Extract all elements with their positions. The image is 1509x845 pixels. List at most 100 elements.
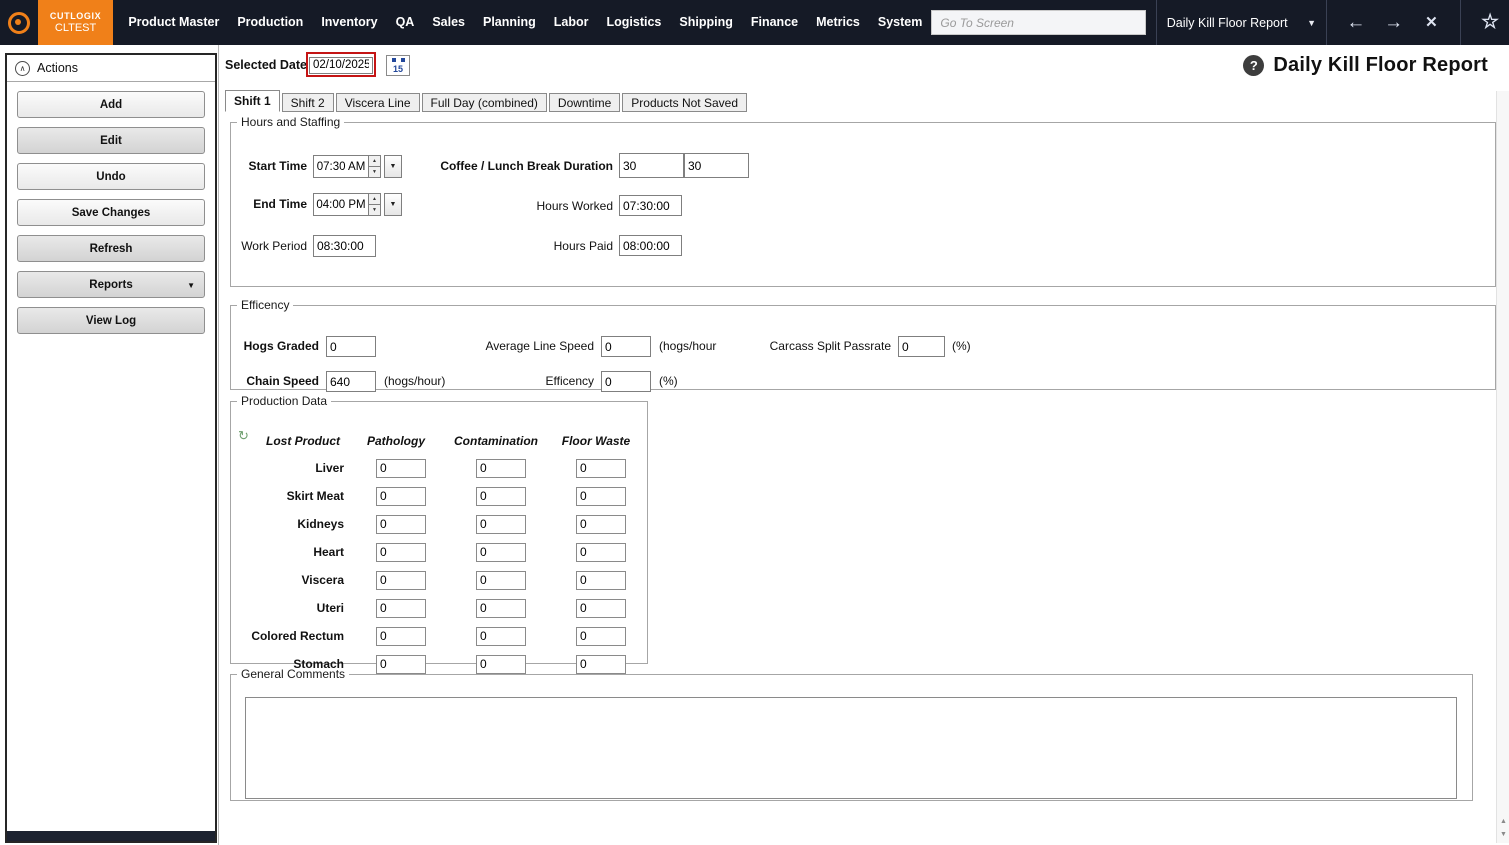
menu-item-production[interactable]: Production bbox=[228, 0, 312, 45]
pathology-input[interactable] bbox=[376, 627, 426, 646]
tab-products-not-saved[interactable]: Products Not Saved bbox=[622, 93, 747, 112]
refresh-button[interactable]: Refresh bbox=[17, 235, 205, 262]
table-row: Skirt Meat bbox=[231, 482, 646, 510]
chevron-down-icon: ▼ bbox=[1307, 18, 1316, 28]
contamination-input[interactable] bbox=[476, 487, 526, 506]
break-duration-input-2[interactable] bbox=[684, 153, 749, 178]
floor-waste-input[interactable] bbox=[576, 571, 626, 590]
tab-viscera-line[interactable]: Viscera Line bbox=[336, 93, 420, 112]
undo-button[interactable]: Undo bbox=[17, 163, 205, 190]
end-time-input[interactable] bbox=[313, 193, 369, 216]
contamination-input[interactable] bbox=[476, 571, 526, 590]
menu-item-metrics[interactable]: Metrics bbox=[807, 0, 869, 45]
menu-item-system[interactable]: System bbox=[869, 0, 931, 45]
tab-downtime[interactable]: Downtime bbox=[549, 93, 620, 112]
end-time-dropdown-button[interactable]: ▼ bbox=[384, 193, 402, 216]
hours-worked-label: Hours Worked bbox=[436, 199, 613, 213]
hours-worked-input[interactable] bbox=[619, 195, 682, 216]
floor-waste-input[interactable] bbox=[576, 487, 626, 506]
pathology-input[interactable] bbox=[376, 599, 426, 618]
pathology-input[interactable] bbox=[376, 487, 426, 506]
average-line-speed-unit: (hogs/hour bbox=[659, 339, 716, 353]
contamination-input[interactable] bbox=[476, 459, 526, 478]
pathology-input[interactable] bbox=[376, 543, 426, 562]
brand-block: CUTLOGIX CLTEST bbox=[38, 0, 114, 45]
selected-date-label: Selected Date bbox=[225, 58, 307, 72]
carcass-split-passrate-input[interactable] bbox=[898, 336, 945, 357]
tab-full-day-combined[interactable]: Full Day (combined) bbox=[422, 93, 547, 112]
tab-shift-2[interactable]: Shift 2 bbox=[282, 93, 334, 112]
scroll-down-icon[interactable]: ▼ bbox=[1498, 829, 1509, 841]
menu-item-qa[interactable]: QA bbox=[387, 0, 424, 45]
lost-product-label: Liver bbox=[231, 461, 346, 475]
calendar-day-label: 15 bbox=[387, 64, 409, 74]
break-duration-label: Coffee / Lunch Break Duration bbox=[436, 159, 613, 173]
chain-speed-input[interactable] bbox=[326, 371, 376, 392]
close-screen-button[interactable]: ✕ bbox=[1413, 0, 1451, 45]
collapse-panel-icon[interactable]: ∧ bbox=[15, 61, 30, 76]
hours-staffing-group: Hours and Staffing Start Time ▲ ▼ ▼ Coff… bbox=[230, 115, 1496, 287]
calendar-button[interactable]: 15 bbox=[386, 55, 410, 76]
table-row: Kidneys bbox=[231, 510, 646, 538]
production-data-legend: Production Data bbox=[237, 394, 331, 408]
hours-paid-input[interactable] bbox=[619, 235, 682, 256]
menu-item-inventory[interactable]: Inventory bbox=[312, 0, 386, 45]
menu-item-sales[interactable]: Sales bbox=[423, 0, 474, 45]
floor-waste-input[interactable] bbox=[576, 515, 626, 534]
app-logo bbox=[0, 0, 38, 45]
start-time-dropdown-button[interactable]: ▼ bbox=[384, 155, 402, 178]
contamination-input[interactable] bbox=[476, 599, 526, 618]
close-icon: ✕ bbox=[1425, 14, 1438, 31]
work-period-input[interactable] bbox=[313, 235, 376, 257]
back-button[interactable]: ← bbox=[1337, 0, 1375, 45]
goto-screen-input[interactable] bbox=[931, 10, 1145, 35]
menu-item-shipping[interactable]: Shipping bbox=[670, 0, 741, 45]
production-table: Lost Product Pathology Contamination Flo… bbox=[231, 428, 646, 678]
view-log-button[interactable]: View Log bbox=[17, 307, 205, 334]
start-time-spin-down-button[interactable]: ▼ bbox=[368, 166, 381, 178]
pathology-input[interactable] bbox=[376, 571, 426, 590]
add-button[interactable]: Add bbox=[17, 91, 205, 118]
floor-waste-input[interactable] bbox=[576, 599, 626, 618]
efficiency-input[interactable] bbox=[601, 371, 651, 392]
favorite-button[interactable]: ☆ bbox=[1471, 0, 1509, 45]
floor-waste-input[interactable] bbox=[576, 459, 626, 478]
edit-button[interactable]: Edit bbox=[17, 127, 205, 154]
floor-waste-input[interactable] bbox=[576, 627, 626, 646]
end-time-spin-down-button[interactable]: ▼ bbox=[368, 204, 381, 216]
production-header-row: Lost Product Pathology Contamination Flo… bbox=[231, 428, 646, 454]
menu-item-planning[interactable]: Planning bbox=[474, 0, 545, 45]
hogs-graded-label: Hogs Graded bbox=[231, 339, 319, 353]
break-duration-input-1[interactable] bbox=[619, 153, 684, 178]
hours-paid-label: Hours Paid bbox=[436, 239, 613, 253]
general-comments-textarea[interactable] bbox=[245, 697, 1457, 799]
hogs-graded-input[interactable] bbox=[326, 336, 376, 357]
reports-button[interactable]: Reports ▼ bbox=[17, 271, 205, 298]
pathology-input[interactable] bbox=[376, 515, 426, 534]
save-changes-button[interactable]: Save Changes bbox=[17, 199, 205, 226]
forward-button[interactable]: → bbox=[1375, 0, 1413, 45]
start-time-input[interactable] bbox=[313, 155, 369, 178]
tab-shift-1[interactable]: Shift 1 bbox=[225, 90, 280, 112]
chevron-down-icon: ▼ bbox=[187, 281, 195, 290]
question-mark-icon: ? bbox=[1250, 58, 1258, 73]
selected-date-input[interactable] bbox=[309, 57, 373, 74]
help-button[interactable]: ? bbox=[1243, 55, 1264, 76]
screen-selector-dropdown[interactable]: Daily Kill Floor Report ▼ bbox=[1167, 16, 1316, 30]
menu-item-product-master[interactable]: Product Master bbox=[119, 0, 228, 45]
contamination-input[interactable] bbox=[476, 627, 526, 646]
average-line-speed-input[interactable] bbox=[601, 336, 651, 357]
menu-item-finance[interactable]: Finance bbox=[742, 0, 807, 45]
pathology-input[interactable] bbox=[376, 459, 426, 478]
menu-item-logistics[interactable]: Logistics bbox=[598, 0, 671, 45]
floor-waste-input[interactable] bbox=[576, 543, 626, 562]
vertical-scrollbar[interactable]: ▲ ▼ bbox=[1496, 91, 1509, 843]
back-arrow-icon: ← bbox=[1346, 12, 1365, 33]
main-content: Selected Date 15 ? Daily Kill Floor Repo… bbox=[220, 45, 1496, 845]
contamination-input[interactable] bbox=[476, 543, 526, 562]
scroll-up-icon[interactable]: ▲ bbox=[1498, 816, 1509, 828]
contamination-input[interactable] bbox=[476, 515, 526, 534]
menu-item-labor[interactable]: Labor bbox=[545, 0, 598, 45]
contamination-header: Contamination bbox=[446, 434, 546, 448]
floor-waste-header: Floor Waste bbox=[546, 434, 646, 448]
